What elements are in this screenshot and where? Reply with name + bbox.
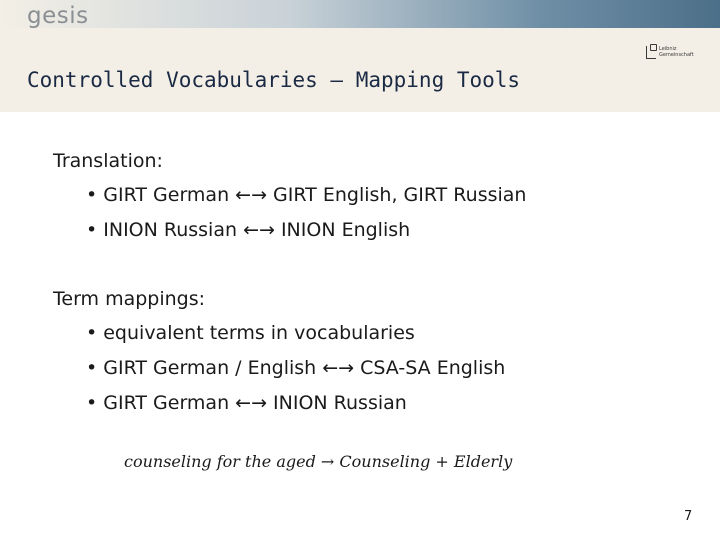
leibniz-logo-text: Leibniz Gemeinschaft: [659, 46, 694, 58]
leibniz-logo-line-2: Gemeinschaft: [659, 52, 694, 58]
bullet-item: • GIRT German ←→ INION Russian: [86, 392, 407, 414]
leibniz-logo: Leibniz Gemeinschaft: [646, 42, 696, 62]
gesis-logo: gesis: [27, 3, 89, 29]
bullet-item: • GIRT German / English ←→ CSA-SA Englis…: [86, 357, 506, 379]
slide-title: Controlled Vocabularies – Mapping Tools: [27, 68, 521, 92]
mapping-example: counseling for the aged → Counseling + E…: [124, 452, 513, 471]
section-heading-translation: Translation:: [53, 150, 163, 172]
top-bar: gesis: [0, 0, 720, 28]
bullet-item: • INION Russian ←→ INION English: [86, 219, 411, 241]
bullet-item: • GIRT German ←→ GIRT English, GIRT Russ…: [86, 184, 527, 206]
bullet-item: • equivalent terms in vocabularies: [86, 322, 415, 344]
section-heading-term-mappings: Term mappings:: [53, 288, 206, 310]
page-number: 7: [684, 509, 693, 524]
leibniz-logo-icon: [646, 43, 657, 59]
